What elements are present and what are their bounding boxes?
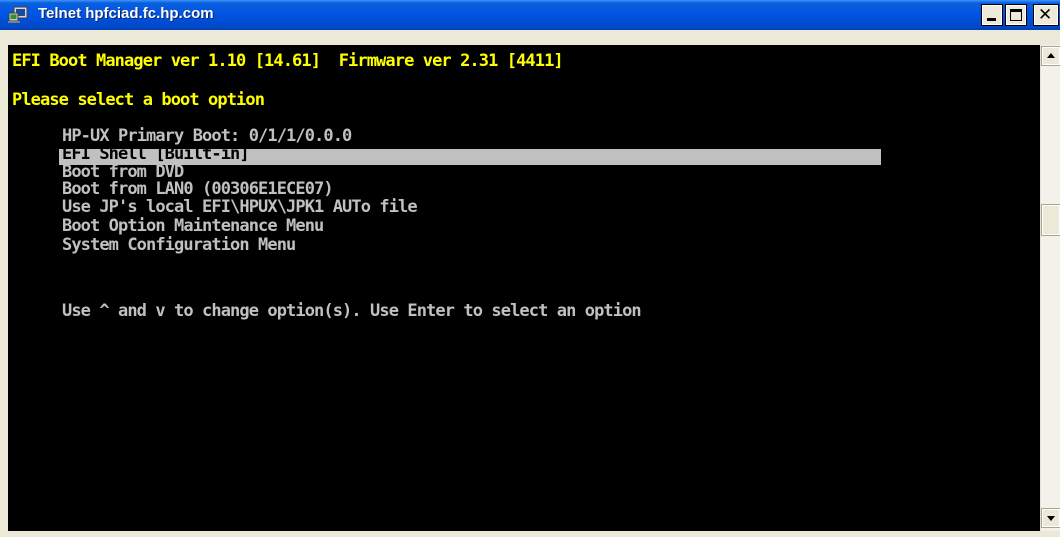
boot-option[interactable]: Boot Option Maintenance Menu bbox=[62, 217, 324, 236]
arrow-up-icon bbox=[1047, 53, 1055, 58]
arrow-down-icon bbox=[1047, 516, 1055, 521]
vertical-scrollbar[interactable] bbox=[1040, 45, 1060, 531]
window-title: Telnet hpfciad.fc.hp.com bbox=[38, 5, 214, 22]
boot-prompt: Please select a boot option bbox=[12, 90, 265, 110]
telnet-icon bbox=[8, 6, 28, 23]
scroll-up-button[interactable] bbox=[1041, 46, 1060, 66]
minimize-button[interactable] bbox=[981, 4, 1003, 26]
scrollbar-thumb[interactable] bbox=[1041, 204, 1060, 236]
boot-option[interactable]: Use JP's local EFI\HPUX\JPK1 AUTo file bbox=[62, 198, 418, 217]
close-icon: ✕ bbox=[1038, 5, 1053, 25]
telnet-window: Telnet hpfciad.fc.hp.com ✕ EFI Boot Mana… bbox=[0, 0, 1060, 537]
help-text: Use ^ and v to change option(s). Use Ent… bbox=[62, 301, 642, 321]
maximize-icon bbox=[1010, 9, 1022, 21]
boot-option[interactable]: System Configuration Menu bbox=[62, 236, 296, 255]
boot-manager-header: EFI Boot Manager ver 1.10 [14.61] Firmwa… bbox=[12, 51, 564, 71]
maximize-button[interactable] bbox=[1005, 4, 1027, 26]
terminal-console[interactable]: EFI Boot Manager ver 1.10 [14.61] Firmwa… bbox=[8, 45, 1040, 531]
close-button[interactable]: ✕ bbox=[1033, 4, 1059, 26]
scroll-down-button[interactable] bbox=[1041, 508, 1060, 528]
minimize-icon bbox=[987, 18, 996, 21]
title-bar[interactable]: Telnet hpfciad.fc.hp.com ✕ bbox=[0, 0, 1060, 30]
